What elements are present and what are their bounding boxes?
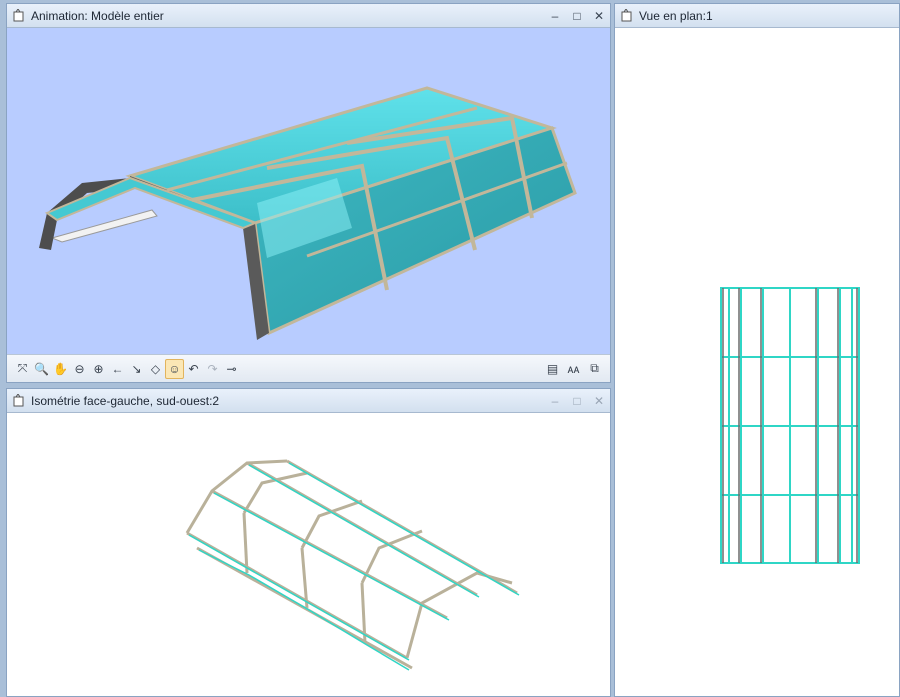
zoom-in-icon[interactable]: ⊕ xyxy=(89,359,108,379)
previous-view-icon[interactable]: ← xyxy=(108,359,127,379)
plan-viewport[interactable] xyxy=(615,28,899,696)
zoom-extents-icon[interactable]: ⤧ xyxy=(13,359,32,379)
text-size-icon[interactable]: ᴀᴀ xyxy=(564,359,583,379)
close-button[interactable]: ✕ xyxy=(594,395,604,407)
minimize-button[interactable]: – xyxy=(550,10,560,22)
window-title: Animation: Modèle entier xyxy=(31,8,164,23)
barrel-vault-wireframe xyxy=(185,459,520,671)
redo-view-icon[interactable]: ↷ xyxy=(203,359,222,379)
animation-viewport[interactable] xyxy=(7,28,610,354)
animation-titlebar[interactable]: Animation: Modèle entier – □ ✕ xyxy=(7,4,610,28)
render-settings-icon[interactable]: ▤ xyxy=(543,359,562,379)
zoom-window-icon[interactable]: 🔍 xyxy=(32,359,51,379)
plan-titlebar[interactable]: Vue en plan:1 xyxy=(615,4,899,28)
walk-icon[interactable]: ◇ xyxy=(146,359,165,379)
zoom-out-icon[interactable]: ⊖ xyxy=(70,359,89,379)
camera-icon[interactable]: ☺ xyxy=(165,358,184,379)
isometric-titlebar[interactable]: Isométrie face-gauche, sud-ouest:2 – □ ✕ xyxy=(7,389,610,413)
maximize-button[interactable]: □ xyxy=(572,10,582,22)
isometric-viewport[interactable] xyxy=(7,413,610,696)
window-icon xyxy=(12,9,26,23)
window-icon xyxy=(620,9,634,23)
window-title: Isométrie face-gauche, sud-ouest:2 xyxy=(31,393,220,408)
barrel-vault-render xyxy=(39,86,577,340)
pan-hand-icon[interactable]: ✋ xyxy=(51,359,70,379)
window-title: Vue en plan:1 xyxy=(639,8,713,23)
plan-window[interactable]: Vue en plan:1 xyxy=(614,3,900,697)
copy-view-icon[interactable]: ⧉ xyxy=(585,359,604,379)
animation-window[interactable]: Animation: Modèle entier – □ ✕ ⤧ 🔍 ✋ ⊖ ⊕… xyxy=(6,3,611,383)
close-button[interactable]: ✕ xyxy=(594,10,604,22)
pin-icon[interactable]: ⊸ xyxy=(222,359,241,379)
undo-view-icon[interactable]: ↶ xyxy=(184,359,203,379)
isometric-window[interactable]: Isométrie face-gauche, sud-ouest:2 – □ ✕ xyxy=(6,388,611,697)
maximize-button[interactable]: □ xyxy=(572,395,582,407)
view-toolbar: ⤧ 🔍 ✋ ⊖ ⊕ ← ↘ ◇ ☺ ↶ ↷ ⊸ ▤ ᴀᴀ ⧉ xyxy=(7,354,610,382)
plan-grid-drawing xyxy=(720,287,860,564)
minimize-button[interactable]: – xyxy=(550,395,560,407)
window-icon xyxy=(12,394,26,408)
axis-icon[interactable]: ↘ xyxy=(127,359,146,379)
